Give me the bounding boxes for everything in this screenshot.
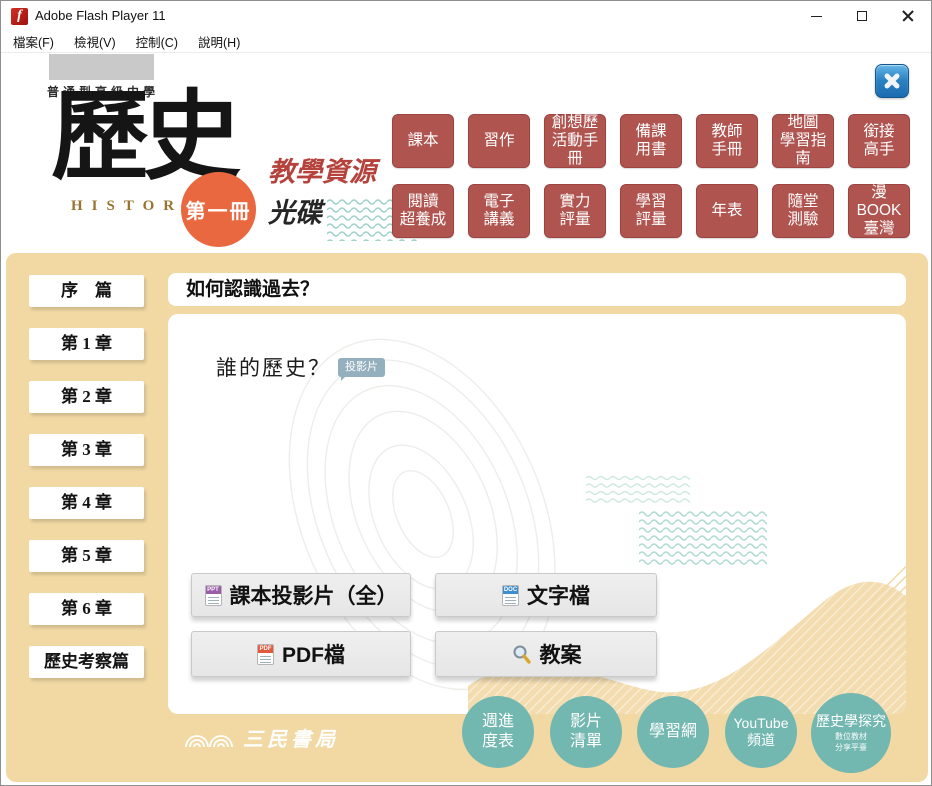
hill-decoration: [468, 581, 906, 714]
resource-button-activity-book[interactable]: 創想歷 活動手冊: [544, 114, 606, 168]
text-file-button[interactable]: DOC 文字檔: [435, 573, 657, 617]
chapter-sidebar: 序 篇 第 1 章 第 2 章 第 3 章 第 4 章 第 5 章 第 6 章 …: [29, 275, 144, 699]
sidebar-item-preface[interactable]: 序 篇: [29, 275, 144, 307]
file-button-label: 教案: [539, 644, 582, 667]
resource-button-lesson-prep[interactable]: 備課 用書: [620, 114, 682, 168]
resource-button-teacher-manual[interactable]: 教師 手冊: [696, 114, 758, 168]
window-title: Adobe Flash Player 11: [35, 8, 166, 23]
resource-button-map-guide[interactable]: 地圖 學習指南: [772, 114, 834, 168]
resource-button-textbook[interactable]: 課本: [392, 114, 454, 168]
main-content-area: 序 篇 第 1 章 第 2 章 第 3 章 第 4 章 第 5 章 第 6 章 …: [6, 253, 928, 782]
resource-label-line2: 光碟: [268, 198, 322, 228]
wave-decoration: [639, 509, 767, 565]
resource-button-learning-test[interactable]: 學習 評量: [620, 184, 682, 238]
sidebar-item-chapter-4[interactable]: 第 4 章: [29, 487, 144, 519]
resource-button-comic-taiwan[interactable]: 漫BOOK 臺灣: [848, 184, 910, 238]
lesson-plan-button[interactable]: 教案: [435, 631, 657, 677]
file-button-label: 文字檔: [527, 585, 590, 608]
pdf-file-button[interactable]: PDF PDF檔: [191, 631, 411, 677]
menu-bar: 檔案(F) 檢視(V) 控制(C) 說明(H): [1, 31, 931, 53]
file-button-label: 課本投影片（全）: [229, 585, 398, 608]
sidebar-item-field-study[interactable]: 歷史考察篇: [29, 646, 144, 678]
striped-circle-decoration: [870, 566, 906, 662]
ppt-file-icon: PPT: [204, 584, 222, 606]
maximize-button[interactable]: [839, 1, 885, 31]
publisher-logo: 三民書局: [184, 723, 339, 752]
exit-content-button[interactable]: [875, 64, 909, 98]
maximize-icon: [857, 11, 867, 21]
title-bar: f Adobe Flash Player 11: [1, 1, 931, 31]
menu-control[interactable]: 控制(C): [132, 31, 182, 52]
volume-badge: 第一冊: [181, 172, 256, 247]
menu-file[interactable]: 檔案(F): [9, 31, 58, 52]
sidebar-item-chapter-6[interactable]: 第 6 章: [29, 593, 144, 625]
minimize-icon: [810, 15, 822, 17]
sidebar-item-chapter-2[interactable]: 第 2 章: [29, 381, 144, 413]
publisher-logo-placeholder: [49, 54, 154, 80]
resource-label-line1: 教學資源: [268, 157, 376, 187]
arches-icon: [185, 734, 233, 747]
resource-button-reading[interactable]: 閱讀 超養成: [392, 184, 454, 238]
topic-title: 誰的歷史？: [216, 357, 331, 380]
wave-decoration: [586, 474, 690, 504]
resource-button-workbook[interactable]: 習作: [468, 114, 530, 168]
resource-button-timeline[interactable]: 年表: [696, 184, 758, 238]
slide-tag[interactable]: 投影片: [338, 358, 385, 381]
slides-all-button[interactable]: PPT 課本投影片（全）: [191, 573, 411, 617]
menu-help[interactable]: 說明(H): [194, 31, 244, 52]
doc-file-icon: DOC: [502, 584, 519, 606]
history-inquiry-circle[interactable]: 歷史學探究 數位教材 分享平臺: [811, 693, 891, 773]
close-button[interactable]: [885, 1, 931, 31]
resource-button-quiz[interactable]: 隨堂 測驗: [772, 184, 834, 238]
section-title-bar: 如何認識過去？: [168, 273, 906, 306]
learning-site-circle[interactable]: 學習網: [637, 696, 709, 768]
resource-button-grid: 課本 習作 創想歷 活動手冊 備課 用書 教師 手冊 地圖 學習指南 銜接 高手…: [392, 114, 910, 238]
publisher-name: 三民書局: [243, 729, 339, 751]
content-panel: 誰的歷史？ 投影片 PPT 課本投影片（全） DOC 文字檔 PDF PDF檔 …: [168, 314, 906, 714]
sidebar-item-chapter-1[interactable]: 第 1 章: [29, 328, 144, 360]
resource-button-ability-test[interactable]: 實力 評量: [544, 184, 606, 238]
close-icon: [901, 9, 915, 23]
menu-view[interactable]: 檢視(V): [70, 31, 120, 52]
sidebar-item-chapter-5[interactable]: 第 5 章: [29, 540, 144, 572]
pdf-file-icon: PDF: [257, 643, 274, 665]
file-button-label: PDF檔: [282, 644, 345, 667]
flash-player-window: f Adobe Flash Player 11 檔案(F) 檢視(V) 控制(C…: [0, 0, 932, 786]
resource-button-bridge-master[interactable]: 銜接 高手: [848, 114, 910, 168]
weekly-schedule-circle[interactable]: 週進 度表: [462, 696, 534, 768]
magnifier-icon: [513, 645, 531, 664]
flash-app-icon: f: [11, 8, 28, 25]
sidebar-item-chapter-3[interactable]: 第 3 章: [29, 434, 144, 466]
video-list-circle[interactable]: 影片 清單: [550, 696, 622, 768]
resource-button-e-lecture[interactable]: 電子 講義: [468, 184, 530, 238]
window-controls: [793, 1, 931, 31]
minimize-button[interactable]: [793, 1, 839, 31]
youtube-channel-circle[interactable]: YouTube 頻道: [725, 696, 797, 768]
